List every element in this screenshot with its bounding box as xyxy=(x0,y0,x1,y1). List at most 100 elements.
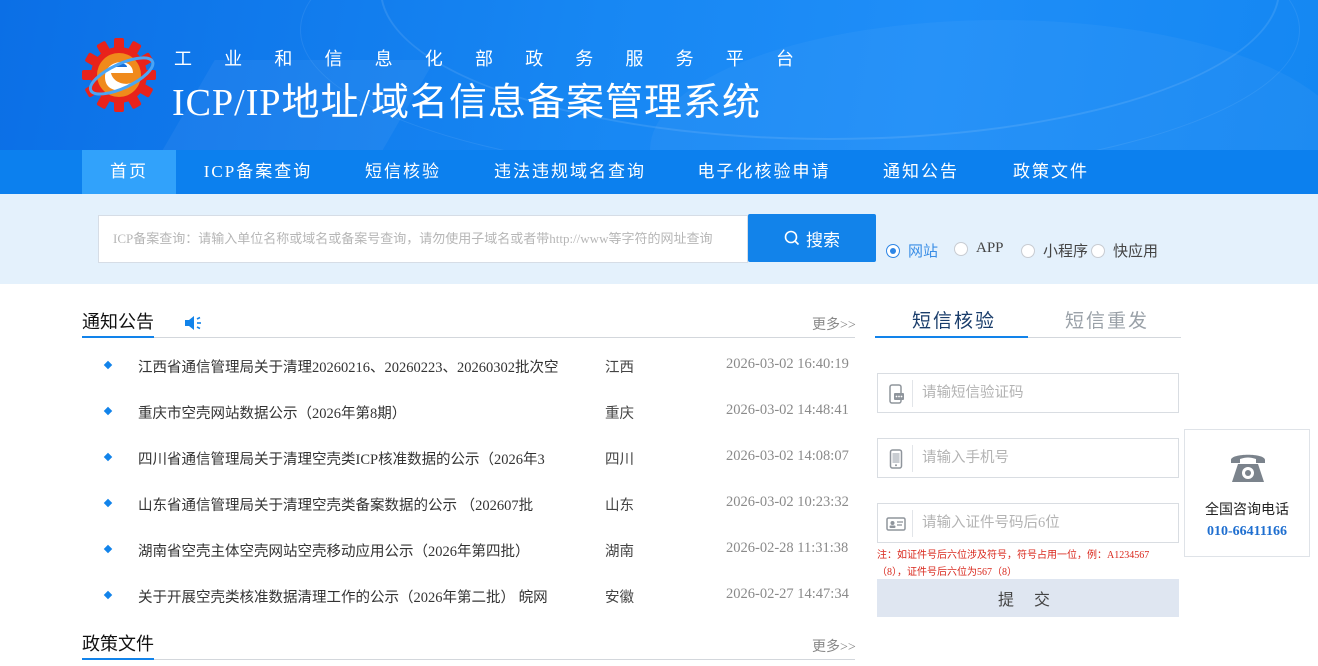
notice-row[interactable]: 江西省通信管理局关于清理20260216、20260223、20260302批次… xyxy=(100,356,860,380)
radio-label: 快应用 xyxy=(1113,244,1159,260)
ministry-char: 部 xyxy=(474,49,493,69)
ministry-name: 工 业 和 信 息 化 部 政 务 服 务 平 台 xyxy=(174,45,794,69)
tab-underline xyxy=(875,336,1028,338)
notice-row[interactable]: 山东省通信管理局关于清理空壳类备案数据的公示 （202607批 山东 2026-… xyxy=(100,494,860,518)
policy-title[interactable]: 政策文件 xyxy=(82,630,154,656)
ministry-char: 和 xyxy=(274,49,293,69)
notices-title[interactable]: 通知公告 xyxy=(82,308,154,334)
notice-row[interactable]: 四川省通信管理局关于清理空壳类ICP核准数据的公示（2026年3 四川 2026… xyxy=(100,448,860,472)
section-underline xyxy=(82,336,154,338)
notice-region: 四川 xyxy=(605,452,634,468)
id-number-note: 注：如证件号后六位涉及符号，符号占用一位，例：A1234567 （8），证件号后… xyxy=(877,547,1167,581)
notice-time: 2026-02-28 11:31:38 xyxy=(726,540,849,556)
id-number-field[interactable] xyxy=(877,503,1179,543)
search-button-label: 搜索 xyxy=(806,230,840,250)
ministry-char: 平 xyxy=(725,49,744,69)
ministry-char: 务 xyxy=(575,49,594,69)
notice-row[interactable]: 湖南省空壳主体空壳网站空壳移动应用公示（2026年第四批） 湖南 2026-02… xyxy=(100,540,860,564)
radio-quick-app[interactable]: 快应用 xyxy=(1091,240,1158,261)
notice-time: 2026-03-02 16:40:19 xyxy=(726,356,849,372)
bullet-icon xyxy=(103,452,113,462)
ministry-char: 务 xyxy=(675,49,694,69)
ministry-char: 化 xyxy=(424,49,443,69)
sms-code-input[interactable] xyxy=(922,374,1172,412)
search-icon xyxy=(784,230,800,246)
radio-dot xyxy=(954,241,968,256)
search-button[interactable]: 搜索 xyxy=(748,214,876,262)
radio-label: 小程序 xyxy=(1043,244,1089,260)
contact-number[interactable]: 010-66411166 xyxy=(1185,524,1309,540)
notice-region: 江西 xyxy=(605,360,634,376)
system-title: ICP/IP地址/域名信息备案管理系统 xyxy=(172,82,762,124)
contact-widget[interactable]: 全国咨询电话 010-66411166 xyxy=(1184,429,1310,557)
bullet-icon xyxy=(103,544,113,554)
phone-input[interactable] xyxy=(922,439,1172,477)
note-line: 注：如证件号后六位涉及符号，符号占用一位，例：A1234567 xyxy=(877,550,1150,561)
header-banner: 工 业 和 信 息 化 部 政 务 服 务 平 台 ICP/IP地址/域名信息备… xyxy=(0,0,1318,150)
ministry-char: 政 xyxy=(525,49,544,69)
nav-item-notices[interactable]: 通知公告 xyxy=(874,150,968,194)
radio-website[interactable]: 网站 xyxy=(886,240,938,261)
notice-row[interactable]: 关于开展空壳类核准数据清理工作的公示（2026年第二批） 皖网 安徽 2026-… xyxy=(100,586,860,610)
notice-title[interactable]: 江西省通信管理局关于清理20260216、20260223、20260302批次… xyxy=(138,356,559,377)
notice-time: 2026-02-27 14:47:34 xyxy=(726,586,849,602)
ministry-char: 台 xyxy=(775,49,794,69)
bullet-icon xyxy=(103,360,113,370)
notice-title[interactable]: 山东省通信管理局关于清理空壳类备案数据的公示 （202607批 xyxy=(138,494,533,515)
nav-item-e-verify[interactable]: 电子化核验申请 xyxy=(692,150,836,194)
phone-field[interactable] xyxy=(877,438,1179,478)
divider xyxy=(82,337,855,338)
nav-item-sms-verify[interactable]: 短信核验 xyxy=(356,150,450,194)
notice-time: 2026-03-02 14:08:07 xyxy=(726,448,849,464)
radio-label: 网站 xyxy=(908,244,939,260)
radio-mini-program[interactable]: 小程序 xyxy=(1021,240,1088,261)
notice-title[interactable]: 四川省通信管理局关于清理空壳类ICP核准数据的公示（2026年3 xyxy=(138,448,545,469)
notice-title[interactable]: 湖南省空壳主体空壳网站空壳移动应用公示（2026年第四批） xyxy=(138,540,530,561)
field-separator xyxy=(912,510,913,537)
mobile-phone-icon xyxy=(889,449,903,469)
miit-logo[interactable] xyxy=(82,38,156,112)
divider xyxy=(82,659,855,660)
nav-item-policy[interactable]: 政策文件 xyxy=(1004,150,1098,194)
ministry-char: 工 xyxy=(174,49,192,69)
submit-button[interactable]: 提 交 xyxy=(877,579,1179,617)
nav-item-home[interactable]: 首页 xyxy=(82,150,176,194)
notice-region: 山东 xyxy=(605,498,634,514)
policy-more-link[interactable]: 更多>> xyxy=(812,636,856,656)
notice-title[interactable]: 重庆市空壳网站数据公示（2026年第8期） xyxy=(138,402,406,423)
ministry-char: 服 xyxy=(625,49,644,69)
bullet-icon xyxy=(103,498,113,508)
notice-row[interactable]: 重庆市空壳网站数据公示（2026年第8期） 重庆 2026-03-02 14:4… xyxy=(100,402,860,426)
radio-app[interactable]: APP xyxy=(954,240,1004,257)
nav-item-illegal-domain[interactable]: 违法违规域名查询 xyxy=(490,150,650,194)
tab-sms-verify[interactable]: 短信核验 xyxy=(912,306,996,333)
radio-dot xyxy=(1021,243,1035,258)
notice-time: 2026-03-02 14:48:41 xyxy=(726,402,849,418)
search-input[interactable] xyxy=(98,215,748,263)
ministry-char: 信 xyxy=(324,49,343,69)
sms-code-field[interactable] xyxy=(877,373,1179,413)
main-nav: 首页 ICP备案查询 短信核验 违法违规域名查询 电子化核验申请 通知公告 政策… xyxy=(0,150,1318,194)
tab-sms-resend[interactable]: 短信重发 xyxy=(1065,306,1149,333)
radio-label: APP xyxy=(976,240,1004,256)
notice-time: 2026-03-02 10:23:32 xyxy=(726,494,849,510)
bullet-icon xyxy=(103,590,113,600)
sms-phone-icon xyxy=(889,384,904,404)
contact-label: 全国咨询电话 xyxy=(1205,503,1289,518)
bullet-icon xyxy=(103,406,113,416)
telephone-icon xyxy=(1231,454,1265,482)
speaker-icon xyxy=(185,316,201,330)
ministry-char: 息 xyxy=(374,49,393,69)
notice-region: 湖南 xyxy=(605,544,634,560)
radio-dot xyxy=(1091,243,1105,258)
notice-title[interactable]: 关于开展空壳类核准数据清理工作的公示（2026年第二批） 皖网 xyxy=(138,586,548,607)
section-underline xyxy=(82,658,154,660)
nav-item-icp-query[interactable]: ICP备案查询 xyxy=(196,150,320,194)
id-number-input[interactable] xyxy=(922,504,1172,542)
notice-region: 重庆 xyxy=(605,406,634,422)
id-card-icon xyxy=(886,517,906,531)
field-separator xyxy=(912,445,913,472)
ministry-char: 业 xyxy=(224,49,243,69)
radio-dot xyxy=(886,243,900,258)
notices-more-link[interactable]: 更多>> xyxy=(812,314,856,334)
